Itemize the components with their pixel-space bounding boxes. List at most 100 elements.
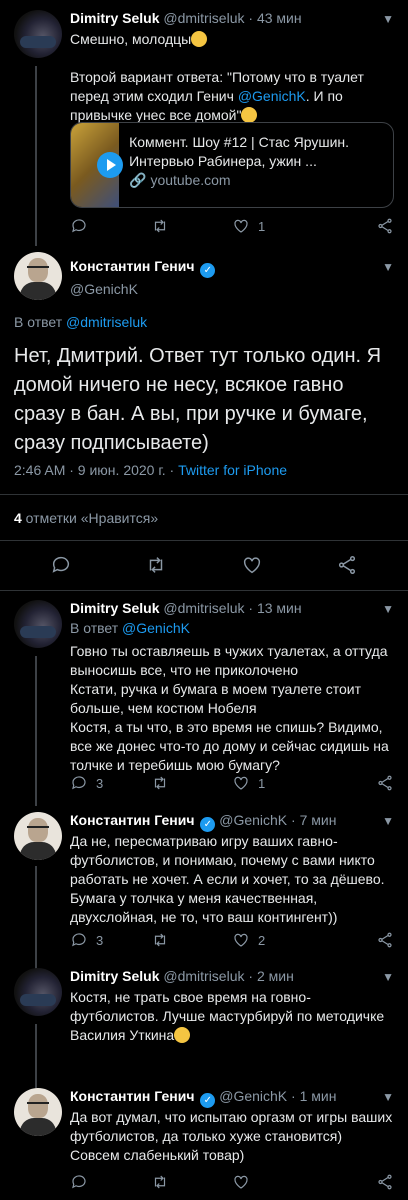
heart-icon: [234, 933, 248, 947]
divider: [0, 590, 408, 591]
avatar[interactable]: [14, 10, 62, 58]
timestamp[interactable]: 13 мин: [257, 600, 302, 616]
share-button[interactable]: [313, 1173, 394, 1191]
avatar[interactable]: [14, 812, 62, 860]
tweet-header: Константин Генич ✓ @GenichK · 7 мин: [70, 812, 336, 832]
timestamp[interactable]: 43 мин: [257, 10, 302, 26]
tweet-actions: 1: [70, 216, 394, 236]
chevron-down-icon[interactable]: ▼: [382, 814, 394, 828]
verified-badge-icon: ✓: [200, 1093, 216, 1108]
tweet-text: Нет, Дмитрий. Ответ тут только один. Я д…: [14, 345, 382, 454]
reply-button[interactable]: 3: [70, 774, 151, 792]
tweet-actions: [70, 1172, 394, 1192]
reply-button[interactable]: 3: [70, 931, 151, 949]
card-url: youtube.com: [150, 172, 231, 188]
retweet-button[interactable]: [151, 217, 232, 235]
separator: ·: [244, 968, 257, 984]
mention-link[interactable]: @dmitriseluk: [66, 314, 147, 330]
like-count: 2: [258, 932, 266, 948]
share-icon: [378, 218, 392, 234]
heart-icon: [234, 776, 248, 790]
reply-button[interactable]: [70, 1173, 151, 1191]
tweet-meta: 2:46 AM · 9 июн. 2020 г. · Twitter for i…: [14, 462, 287, 478]
like-button[interactable]: [232, 1173, 313, 1191]
author-name[interactable]: Dimitry Seluk: [70, 10, 159, 26]
like-button[interactable]: 1: [232, 774, 313, 792]
share-icon: [378, 775, 392, 791]
author-name[interactable]: Константин Генич: [70, 1088, 194, 1104]
author-name[interactable]: Dimitry Seluk: [70, 968, 159, 984]
author-handle[interactable]: @GenichK: [70, 281, 215, 297]
share-icon: [378, 932, 392, 948]
share-button[interactable]: [313, 774, 394, 792]
heart-icon: [234, 219, 248, 233]
tweet-text: Костя, не трать свое время на говно-футб…: [70, 988, 394, 1045]
reply-icon: [72, 776, 86, 790]
card-thumbnail: [71, 123, 123, 207]
tweet-actions: 3 1: [70, 773, 394, 793]
author-handle[interactable]: @dmitriseluk: [163, 10, 244, 26]
author-name[interactable]: Dimitry Seluk: [70, 600, 159, 616]
share-icon[interactable]: [336, 554, 358, 576]
divider: [0, 540, 408, 541]
tweet-text: Да вот думал, что испытаю оргазм от игры…: [70, 1109, 397, 1163]
chevron-down-icon[interactable]: ▼: [382, 970, 394, 984]
tweet-text: Смешно, молодцы Второй вариант ответа: "…: [70, 30, 394, 125]
share-button[interactable]: [313, 931, 394, 949]
retweet-icon: [154, 933, 166, 947]
link-icon: 🔗: [129, 172, 147, 188]
tweet-text: Да не, пересматриваю игру ваших гавно-фу…: [70, 833, 389, 925]
share-button[interactable]: [313, 217, 394, 235]
chevron-down-icon[interactable]: ▼: [382, 602, 394, 616]
author-handle[interactable]: @GenichK: [219, 1088, 287, 1104]
tweet-actions: 3 2: [70, 930, 394, 950]
timestamp[interactable]: 1 мин: [300, 1088, 337, 1104]
reply-count: 3: [96, 932, 104, 948]
likes-summary[interactable]: 4 отметки «Нравится»: [14, 510, 158, 526]
timestamp[interactable]: 7 мин: [300, 812, 337, 828]
author-handle[interactable]: @dmitriseluk: [163, 600, 244, 616]
retweet-icon: [154, 1175, 166, 1189]
retweet-button[interactable]: [151, 774, 232, 792]
chevron-down-icon[interactable]: ▼: [382, 12, 394, 26]
avatar[interactable]: [14, 252, 62, 300]
tweet-header: Константин Генич ✓ @GenichK · 1 мин: [70, 1088, 336, 1108]
tweet-text: Говно ты оставляешь в чужих туалетах, а …: [70, 643, 389, 773]
verified-badge-icon: ✓: [200, 817, 216, 832]
retweet-button[interactable]: [151, 931, 232, 949]
reply-button[interactable]: [70, 217, 151, 235]
link-card[interactable]: Коммент. Шоу #12 | Стас Ярушин. Интервью…: [70, 122, 394, 208]
chevron-down-icon[interactable]: ▼: [382, 260, 394, 274]
like-count: 1: [258, 775, 266, 791]
clap-emoji-icon: [191, 31, 208, 47]
heart-icon[interactable]: [241, 554, 263, 576]
tweet-line: Костя, не трать свое время на говно-футб…: [70, 989, 389, 1043]
tweet-header: Константин Генич ✓ @GenichK: [70, 258, 216, 297]
retweet-icon[interactable]: [145, 554, 167, 576]
tweet-header: Dimitry Seluk @dmitriseluk · 2 мин: [70, 968, 294, 984]
share-icon: [378, 1174, 392, 1190]
likes-label: отметки «Нравится»: [21, 510, 159, 526]
author-handle[interactable]: @GenichK: [219, 812, 287, 828]
mention-link[interactable]: @GenichK: [238, 88, 306, 104]
reply-context: В ответ @GenichK: [70, 620, 190, 636]
mention-link[interactable]: @GenichK: [122, 620, 190, 636]
like-count: 1: [258, 218, 266, 234]
chevron-down-icon[interactable]: ▼: [382, 1090, 394, 1104]
reply-count: 3: [96, 775, 104, 791]
avatar[interactable]: [14, 600, 62, 648]
avatar[interactable]: [14, 968, 62, 1016]
author-name[interactable]: Константин Генич: [70, 812, 194, 828]
author-name[interactable]: Константин Генич: [70, 258, 194, 274]
timestamp[interactable]: 2 мин: [257, 968, 294, 984]
like-button[interactable]: 2: [232, 931, 313, 949]
divider: [0, 494, 408, 495]
reply-icon[interactable]: [50, 554, 72, 576]
like-button[interactable]: 1: [232, 217, 313, 235]
timestamp[interactable]: 2:46 AM · 9 июн. 2020 г. ·: [14, 462, 178, 478]
retweet-button[interactable]: [151, 1173, 232, 1191]
source-link[interactable]: Twitter for iPhone: [178, 462, 287, 478]
author-handle[interactable]: @dmitriseluk: [163, 968, 244, 984]
avatar[interactable]: [14, 1088, 62, 1136]
reply-prefix: В ответ: [14, 314, 67, 330]
